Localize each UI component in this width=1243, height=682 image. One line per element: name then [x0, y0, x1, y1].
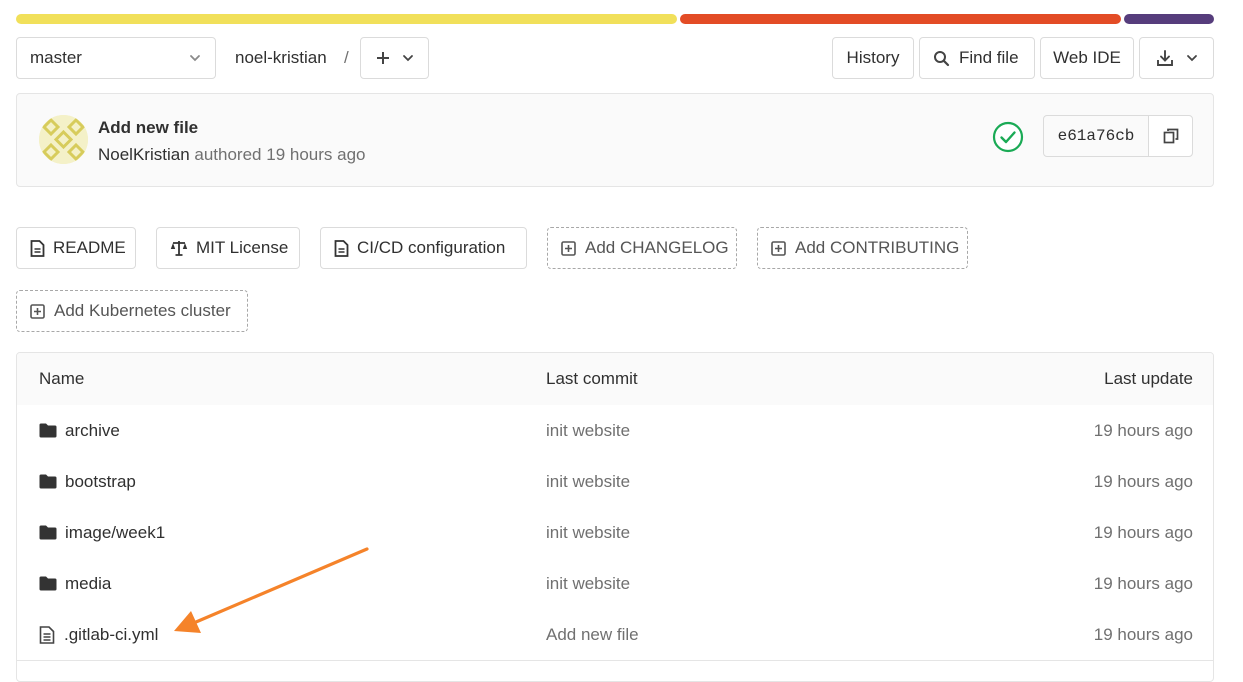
find-file-button[interactable]: Find file [919, 37, 1035, 79]
commit-message-link[interactable]: init website [546, 405, 630, 456]
branch-name: master [30, 48, 82, 67]
commit-authored-text: authored [194, 145, 262, 164]
plus-square-icon [30, 303, 45, 319]
document-icon [30, 239, 45, 257]
identicon-icon [39, 115, 88, 164]
file-link[interactable]: bootstrap [65, 472, 136, 492]
file-name-cell: image/week1 [39, 507, 165, 558]
plus-square-icon [771, 240, 786, 256]
scale-icon [170, 240, 188, 256]
commit-sha-group: e61a76cb [1043, 115, 1193, 157]
add-changelog-button[interactable]: Add CHANGELOG [547, 227, 737, 269]
add-kubernetes-cluster-button[interactable]: Add Kubernetes cluster [16, 290, 248, 332]
add-kubernetes-cluster-label: Add Kubernetes cluster [54, 301, 231, 320]
last-update-time: 19 hours ago [1093, 471, 1193, 491]
table-row[interactable]: image/week1 init website 19 hours ago [17, 507, 1213, 559]
add-contributing-label: Add CONTRIBUTING [795, 238, 960, 257]
file-link[interactable]: .gitlab-ci.yml [64, 625, 158, 645]
download-dropdown[interactable] [1139, 37, 1214, 79]
license-label: MIT License [196, 238, 289, 257]
commit-meta: NoelKristian authored 19 hours ago [98, 145, 366, 165]
download-icon [1156, 50, 1173, 66]
commit-message-link[interactable]: init website [546, 456, 630, 507]
table-header: Name Last commit Last update [17, 353, 1213, 406]
chevron-down-icon [190, 55, 200, 62]
commit-author-link[interactable]: NoelKristian [98, 145, 190, 164]
table-row[interactable]: archive init website 19 hours ago [17, 405, 1213, 457]
author-avatar[interactable] [39, 115, 88, 164]
history-button[interactable]: History [832, 37, 914, 79]
file-text-icon [39, 625, 55, 644]
commit-message-link[interactable]: Add new file [546, 609, 639, 660]
language-segment-javascript [16, 14, 677, 24]
last-update-time: 19 hours ago [1093, 573, 1193, 593]
table-row[interactable]: bootstrap init website 19 hours ago [17, 456, 1213, 508]
file-name-cell: media [39, 558, 111, 609]
file-link[interactable]: media [65, 574, 111, 594]
search-icon [934, 50, 950, 66]
commit-message-link[interactable]: init website [546, 507, 630, 558]
chevron-down-icon [402, 55, 413, 62]
language-segment-html [680, 14, 1121, 24]
table-row[interactable]: .gitlab-ci.yml Add new file 19 hours ago [17, 609, 1213, 661]
document-icon [334, 239, 349, 257]
commit-title-link[interactable]: Add new file [98, 118, 198, 138]
file-name-cell: archive [39, 405, 120, 456]
copy-icon [1163, 128, 1178, 144]
pipeline-passed-icon[interactable] [992, 121, 1024, 153]
readme-button[interactable]: README [16, 227, 136, 269]
branch-selector[interactable]: master [16, 37, 216, 79]
last-update-time: 19 hours ago [1093, 522, 1193, 542]
language-segment-css [1124, 14, 1214, 24]
readme-label: README [53, 238, 126, 257]
find-file-label: Find file [959, 48, 1019, 67]
repository-language-bar [16, 14, 1214, 24]
column-header-last-update: Last update [1104, 369, 1193, 388]
table-row[interactable]: media init website 19 hours ago [17, 558, 1213, 610]
breadcrumb-separator: / [344, 48, 349, 67]
file-name-cell: .gitlab-ci.yml [39, 609, 158, 660]
folder-icon [39, 576, 57, 591]
commit-message-link[interactable]: init website [546, 558, 630, 609]
commit-time: 19 hours ago [266, 145, 366, 164]
license-button[interactable]: MIT License [156, 227, 300, 269]
plus-icon [376, 52, 389, 64]
web-ide-button[interactable]: Web IDE [1040, 37, 1134, 79]
cicd-configuration-button[interactable]: CI/CD configuration [320, 227, 527, 269]
history-label: History [846, 48, 900, 67]
folder-icon [39, 423, 57, 438]
add-contributing-button[interactable]: Add CONTRIBUTING [757, 227, 968, 269]
copy-sha-button[interactable] [1149, 116, 1192, 156]
plus-square-icon [561, 240, 576, 256]
column-header-name: Name [39, 369, 85, 388]
web-ide-label: Web IDE [1053, 48, 1121, 67]
add-changelog-label: Add CHANGELOG [585, 238, 729, 257]
breadcrumb-project-link[interactable]: noel-kristian [235, 48, 327, 68]
chevron-down-icon [1186, 55, 1197, 62]
folder-icon [39, 525, 57, 540]
file-name-cell: bootstrap [39, 456, 136, 507]
folder-icon [39, 474, 57, 489]
column-header-last-commit: Last commit [546, 369, 638, 388]
file-link[interactable]: image/week1 [65, 523, 165, 543]
last-commit-panel: Add new file NoelKristian authored 19 ho… [16, 93, 1214, 187]
last-update-time: 19 hours ago [1093, 624, 1193, 644]
cicd-configuration-label: CI/CD configuration [357, 238, 506, 257]
commit-sha[interactable]: e61a76cb [1044, 116, 1149, 156]
file-tree-table: Name Last commit Last update archive ini… [16, 352, 1214, 682]
last-update-time: 19 hours ago [1093, 420, 1193, 440]
add-to-tree-dropdown[interactable] [360, 37, 429, 79]
file-link[interactable]: archive [65, 421, 120, 441]
